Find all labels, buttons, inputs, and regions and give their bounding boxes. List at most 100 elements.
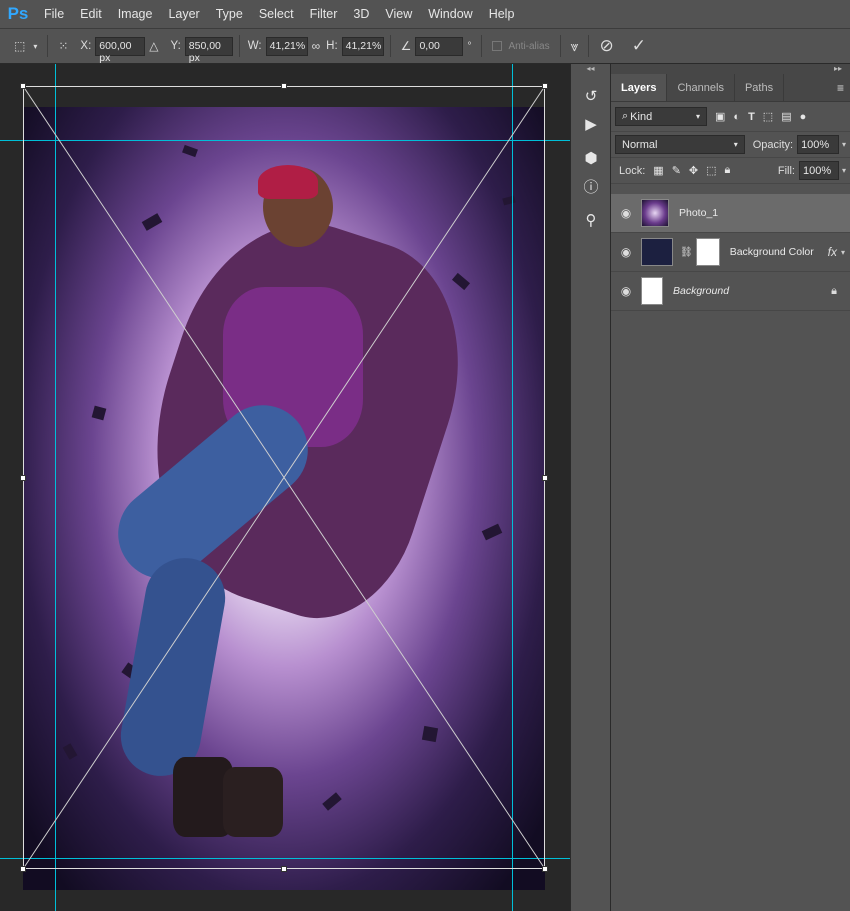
angle-input[interactable]: 0,00 <box>415 36 464 56</box>
divider <box>389 35 391 57</box>
menu-help[interactable]: Help <box>481 7 523 21</box>
type-filter-icon[interactable]: T <box>748 111 755 123</box>
transform-bounding-box[interactable] <box>23 86 545 869</box>
tab-channels[interactable]: Channels <box>667 74 735 101</box>
layer-photo-1[interactable]: ◉ Photo_1 <box>611 194 850 233</box>
degree-symbol: ° <box>467 40 472 52</box>
menu-image[interactable]: Image <box>110 7 161 21</box>
panel-icon-column: ◂◂ ↺ ▶ ⬢ ⓘ ⚲ <box>570 64 610 911</box>
chevron-down-icon: ▾ <box>695 112 700 121</box>
clone-source-icon[interactable]: ⚲ <box>571 206 611 234</box>
fill-label: Fill: <box>777 164 795 177</box>
blend-row: Normal ▾ Opacity: 100% ▾ <box>611 132 850 158</box>
layer-thumbnail <box>641 238 673 266</box>
x-label: X: <box>80 40 92 52</box>
menu-view[interactable]: View <box>377 7 420 21</box>
transform-handle[interactable] <box>542 866 548 872</box>
relative-position-icon[interactable]: △ <box>149 39 158 53</box>
link-icon[interactable]: ∞ <box>312 39 321 53</box>
commit-transform-button[interactable]: ✓ <box>632 36 646 56</box>
menu-3d[interactable]: 3D <box>345 7 377 21</box>
lock-label: Lock: <box>619 164 646 177</box>
smart-object-filter-icon[interactable]: ▤ <box>781 110 791 123</box>
expand-arrows-icon[interactable]: ▸▸ <box>611 64 850 74</box>
transform-handle[interactable] <box>281 866 287 872</box>
divider <box>481 35 483 57</box>
menu-select[interactable]: Select <box>251 7 302 21</box>
divider <box>559 35 561 57</box>
reference-point-icon[interactable]: ⁙ <box>58 39 68 53</box>
y-input[interactable]: 850,00 px <box>184 36 233 64</box>
layer-name[interactable]: Background <box>673 285 831 297</box>
panel-menu-icon[interactable]: ≡ <box>837 74 850 101</box>
cancel-transform-button[interactable]: ⊘ <box>599 36 613 56</box>
layer-list: ◉ Photo_1 ◉ ⛓ Background Color fx ▾ ◉ Ba… <box>611 194 850 311</box>
filter-kind-dropdown[interactable]: ⌕ Kind ▾ <box>615 107 707 126</box>
menu-filter[interactable]: Filter <box>302 7 346 21</box>
layer-thumbnail <box>641 277 663 305</box>
info-icon[interactable]: ⓘ <box>571 172 611 200</box>
tab-paths[interactable]: Paths <box>735 74 785 101</box>
adjustment-filter-icon[interactable]: ◐ <box>733 111 740 123</box>
h-input[interactable]: 41,21% <box>341 36 384 56</box>
filter-toggle-icon[interactable]: ● <box>800 111 807 123</box>
transform-handle[interactable] <box>542 475 548 481</box>
chevron-down-icon[interactable]: ▾ <box>33 42 37 51</box>
canvas-area[interactable] <box>0 64 570 911</box>
transform-handle[interactable] <box>281 83 287 89</box>
opacity-input[interactable]: 100% <box>797 135 839 154</box>
layer-name[interactable]: Photo_1 <box>679 207 850 219</box>
menu-file[interactable]: File <box>36 7 72 21</box>
angle-icon: ∠ <box>400 39 412 53</box>
chevron-down-icon[interactable]: ▾ <box>842 166 846 175</box>
lock-position-icon[interactable]: ✥ <box>689 164 698 177</box>
shape-filter-icon[interactable]: ⬚ <box>763 110 773 123</box>
menu-window[interactable]: Window <box>420 7 480 21</box>
menu-layer[interactable]: Layer <box>160 7 207 21</box>
chevron-down-icon[interactable]: ▾ <box>842 140 846 149</box>
opacity-value: 100% <box>801 138 830 151</box>
transform-handle[interactable] <box>20 475 26 481</box>
layer-background-color[interactable]: ◉ ⛓ Background Color fx ▾ <box>611 233 850 272</box>
layer-name[interactable]: Background Color <box>730 246 828 258</box>
tab-layers[interactable]: Layers <box>611 74 668 101</box>
options-bar: ⬚ ▾ ⁙ X: 600,00 px △ Y: 850,00 px W: 41,… <box>0 28 850 64</box>
fx-icon[interactable]: fx <box>828 245 837 259</box>
chevron-down-icon[interactable]: ▾ <box>841 248 845 257</box>
eye-icon[interactable]: ◉ <box>611 284 641 298</box>
transform-handle[interactable] <box>542 83 548 89</box>
antialias-checkbox[interactable] <box>492 41 503 51</box>
layer-background[interactable]: ◉ Background 🔒︎ <box>611 272 850 311</box>
transform-handle[interactable] <box>20 83 26 89</box>
layers-panel: ▸▸ Layers Channels Paths ≡ ⌕ Kind ▾ ▣ ◐ … <box>610 64 850 911</box>
lock-all-icon[interactable]: 🔒︎ <box>725 164 731 177</box>
opacity-label: Opacity: <box>752 138 794 151</box>
filter-row: ⌕ Kind ▾ ▣ ◐ T ⬚ ▤ ● <box>611 102 850 132</box>
eye-icon[interactable]: ◉ <box>611 206 641 220</box>
menu-edit[interactable]: Edit <box>72 7 110 21</box>
menu-type[interactable]: Type <box>208 7 251 21</box>
pixel-filter-icon[interactable]: ▣ <box>715 110 725 123</box>
w-input[interactable]: 41,21% <box>265 36 308 56</box>
fill-input[interactable]: 100% <box>798 161 839 180</box>
lock-transparent-icon[interactable]: ▦ <box>653 164 663 177</box>
link-icon[interactable]: ⛓ <box>680 247 693 258</box>
actions-play-icon[interactable]: ▶ <box>571 110 611 138</box>
lock-image-icon[interactable]: ✎ <box>672 164 681 177</box>
history-icon[interactable]: ↺ <box>571 82 611 110</box>
blend-mode-dropdown[interactable]: Normal ▾ <box>615 135 745 154</box>
search-icon: ⌕ <box>622 110 629 122</box>
eye-icon[interactable]: ◉ <box>611 245 641 259</box>
y-label: Y: <box>170 40 181 52</box>
lock-row: Lock: ▦ ✎ ✥ ⬚ 🔒︎ Fill: 100% ▾ <box>611 158 850 184</box>
transform-handle[interactable] <box>20 866 26 872</box>
lock-artboard-icon[interactable]: ⬚ <box>706 164 716 177</box>
transform-tool-icon[interactable]: ⬚ <box>14 39 25 53</box>
lock-icon[interactable]: 🔒︎ <box>831 285 837 298</box>
layer-mask-thumbnail[interactable] <box>695 238 720 266</box>
collapse-arrows-icon[interactable]: ◂◂ <box>571 64 610 76</box>
warp-icon[interactable]: ⩔ <box>571 38 579 55</box>
h-label: H: <box>326 40 338 52</box>
x-input[interactable]: 600,00 px <box>95 36 146 64</box>
3d-icon[interactable]: ⬢ <box>571 144 611 172</box>
